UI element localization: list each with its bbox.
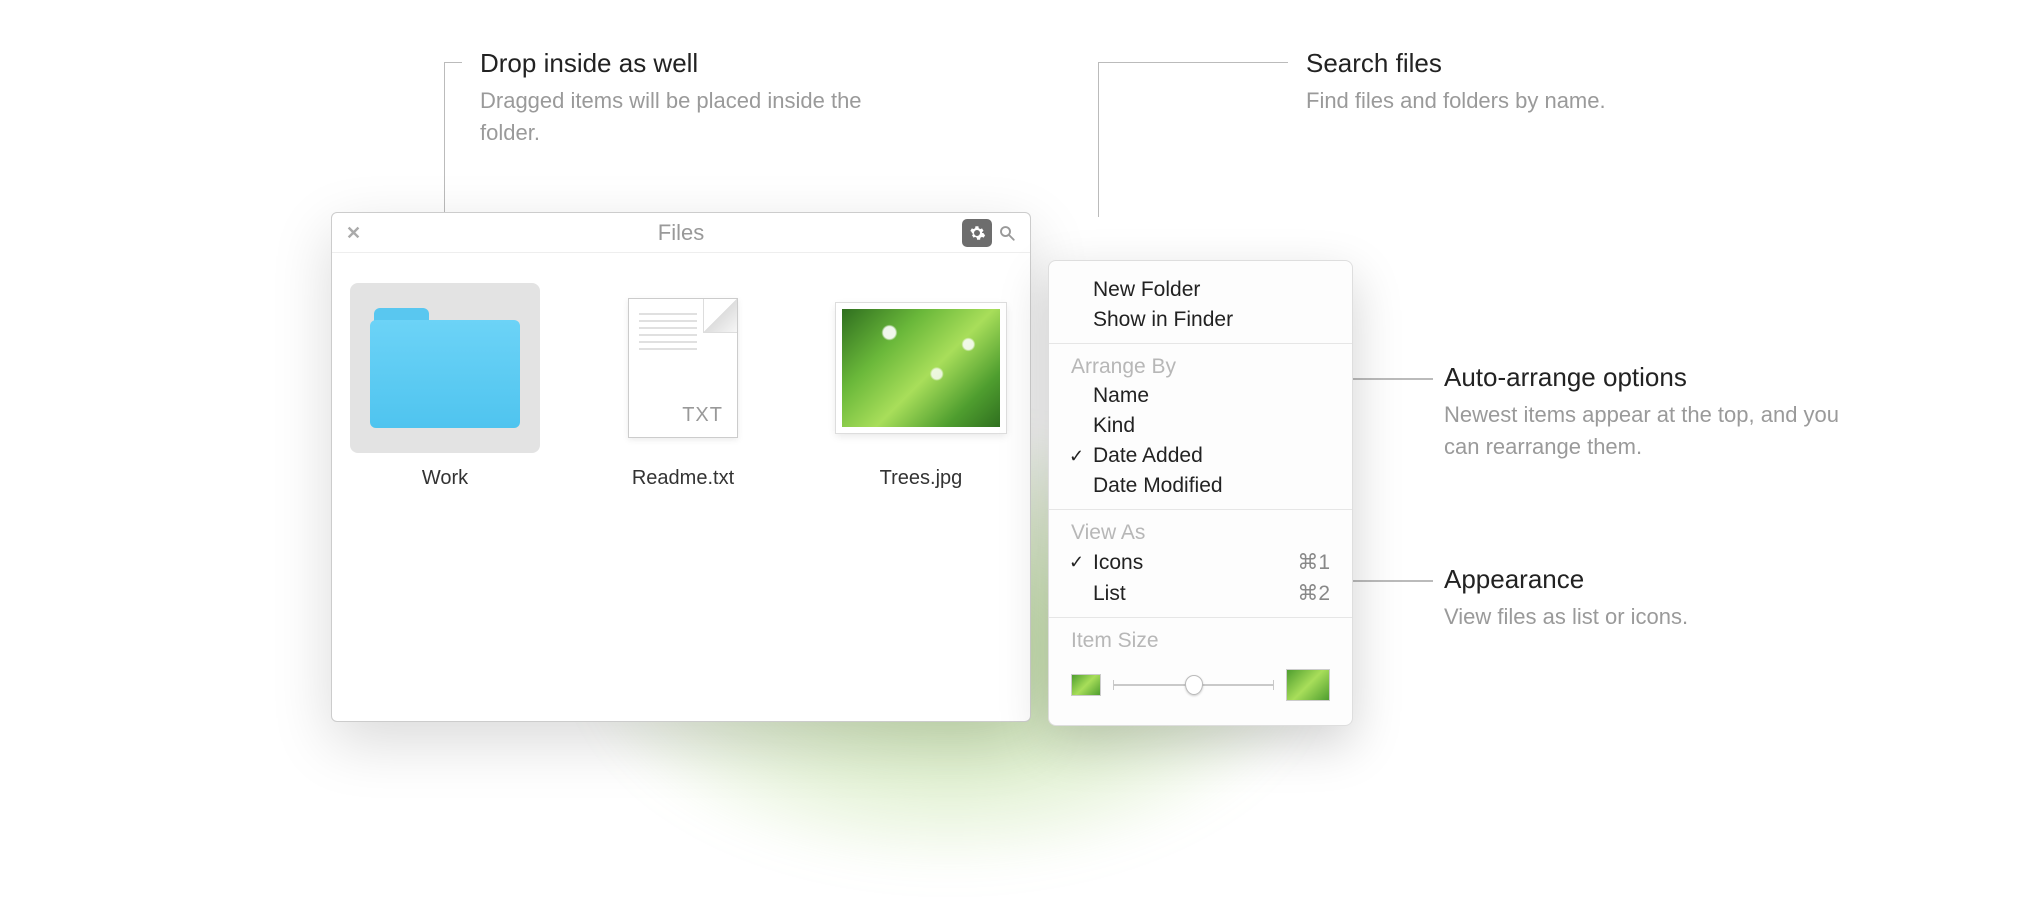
menu-view-label: View As — [1049, 518, 1352, 547]
search-icon — [998, 224, 1016, 242]
folder-icon — [370, 308, 520, 428]
item-size-slider-row — [1049, 655, 1352, 711]
image-thumbnail — [836, 303, 1006, 433]
settings-dropdown: New Folder Show in Finder Arrange By Nam… — [1048, 260, 1353, 726]
annotation-desc: View files as list or icons. — [1444, 601, 1688, 633]
annotation-arrange: Auto-arrange options Newest items appear… — [1444, 362, 1844, 463]
annotation-desc: Dragged items will be placed inside the … — [480, 85, 880, 149]
shortcut-label: ⌘2 — [1297, 581, 1330, 606]
files-window: ✕ Files Work — [331, 212, 1031, 722]
window-title: Files — [332, 220, 1030, 246]
checkmark-icon: ✓ — [1069, 446, 1084, 467]
size-thumb-small-icon — [1071, 674, 1101, 696]
file-label: Readme.txt — [588, 467, 778, 490]
annotation-title: Appearance — [1444, 564, 1688, 595]
menu-view-list[interactable]: List ⌘2 — [1049, 578, 1352, 609]
settings-button[interactable] — [962, 219, 992, 247]
menu-arrange-kind[interactable]: Kind — [1049, 411, 1352, 441]
annotation-title: Drop inside as well — [480, 48, 880, 79]
annotation-desc: Find files and folders by name. — [1306, 85, 1606, 117]
close-button[interactable]: ✕ — [346, 225, 362, 241]
file-grid: Work TXT Readme.txt Trees.jpg — [332, 253, 1030, 520]
menu-arrange-date-modified[interactable]: Date Modified — [1049, 471, 1352, 501]
file-label: Work — [350, 467, 540, 490]
annotation-drop: Drop inside as well Dragged items will b… — [480, 48, 880, 149]
document-icon: TXT — [628, 298, 738, 438]
menu-show-in-finder[interactable]: Show in Finder — [1049, 305, 1352, 335]
menu-arrange-label: Arrange By — [1049, 352, 1352, 381]
search-button[interactable] — [992, 219, 1022, 247]
menu-new-folder[interactable]: New Folder — [1049, 275, 1352, 305]
menu-item-size-label: Item Size — [1049, 626, 1352, 655]
slider-knob[interactable] — [1185, 675, 1203, 695]
menu-arrange-name[interactable]: Name — [1049, 381, 1352, 411]
file-item-image[interactable]: Trees.jpg — [826, 283, 1016, 490]
annotation-search: Search files Find files and folders by n… — [1306, 48, 1606, 117]
annotation-desc: Newest items appear at the top, and you … — [1444, 399, 1844, 463]
menu-view-icons[interactable]: ✓ Icons ⌘1 — [1049, 547, 1352, 578]
size-thumb-large-icon — [1286, 669, 1330, 701]
annotation-title: Search files — [1306, 48, 1606, 79]
menu-arrange-date-added[interactable]: ✓Date Added — [1049, 441, 1352, 471]
checkmark-icon: ✓ — [1069, 552, 1084, 573]
file-item-folder[interactable]: Work — [350, 283, 540, 490]
file-item-txt[interactable]: TXT Readme.txt — [588, 283, 778, 490]
file-label: Trees.jpg — [826, 467, 1016, 490]
window-header: ✕ Files — [332, 213, 1030, 253]
shortcut-label: ⌘1 — [1297, 550, 1330, 575]
item-size-slider[interactable] — [1113, 675, 1274, 695]
annotation-title: Auto-arrange options — [1444, 362, 1844, 393]
gear-icon — [968, 224, 986, 242]
annotation-appearance: Appearance View files as list or icons. — [1444, 564, 1688, 633]
